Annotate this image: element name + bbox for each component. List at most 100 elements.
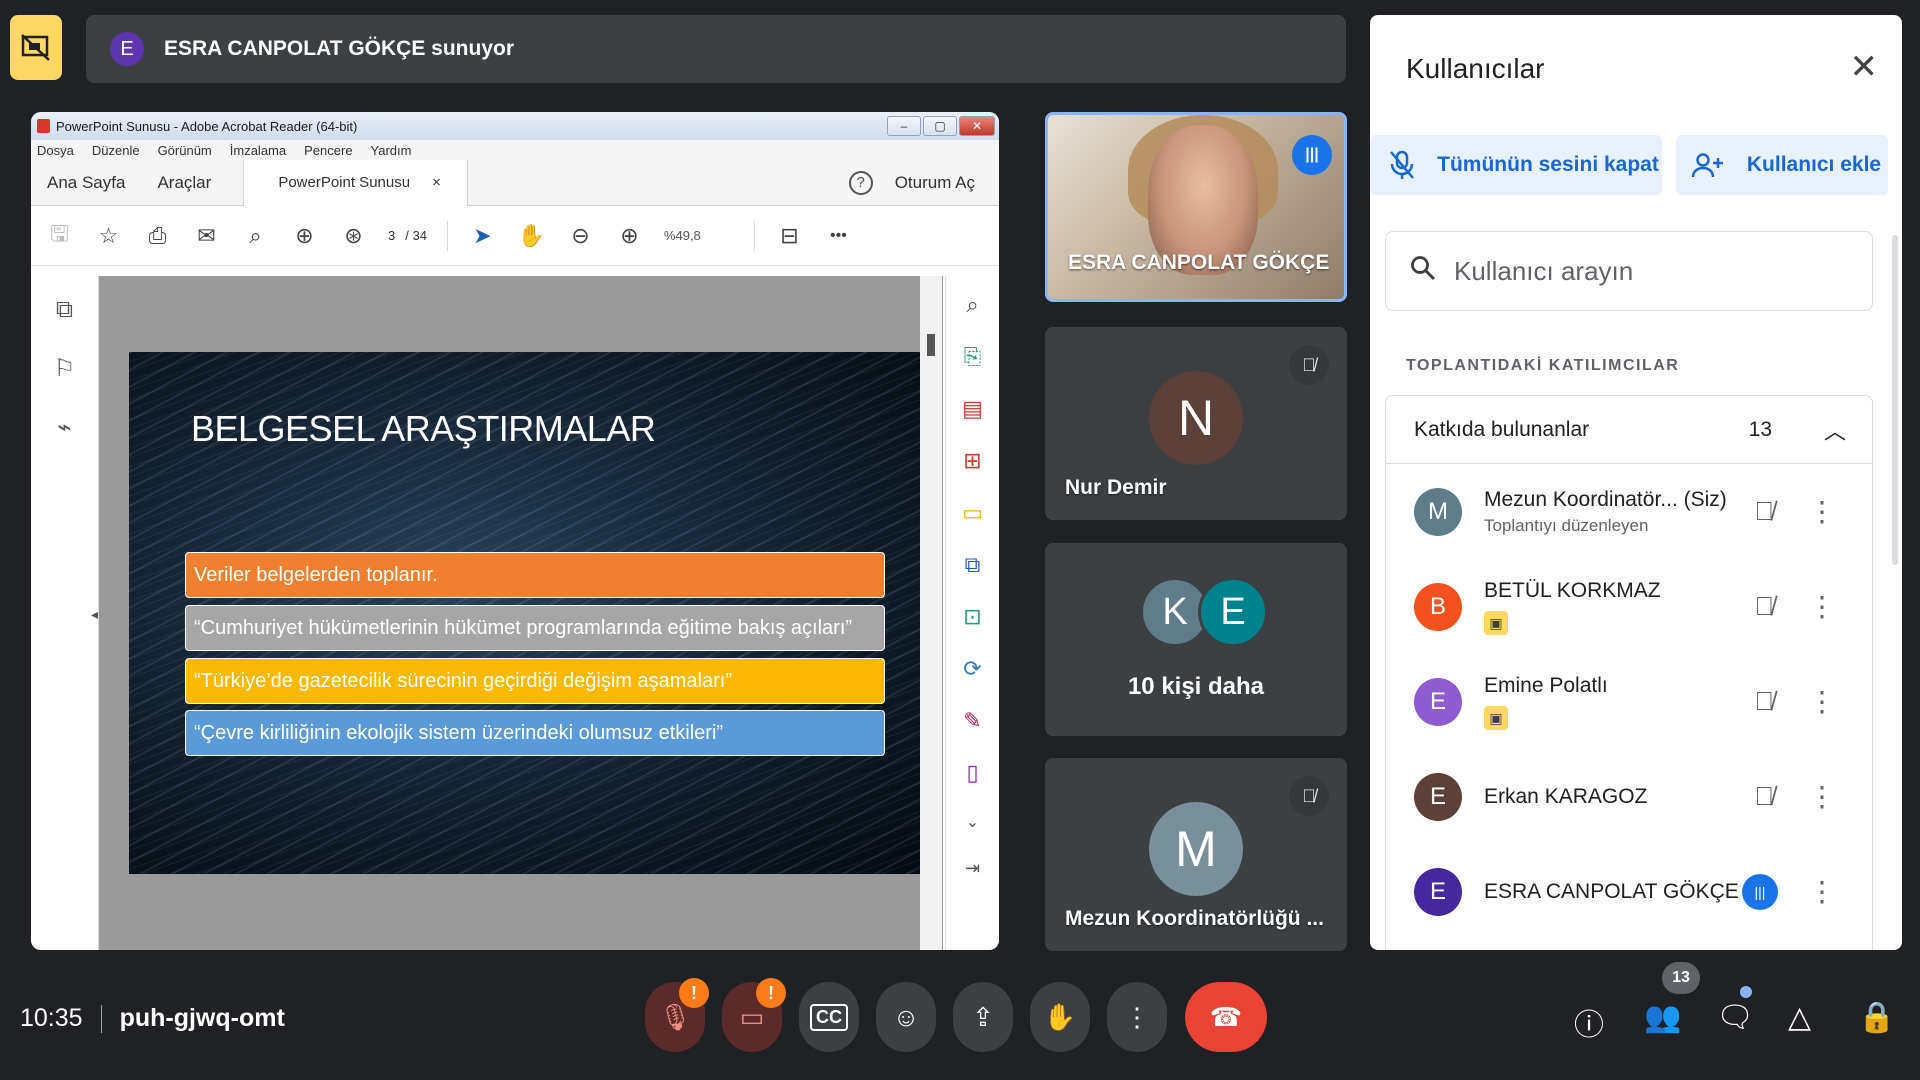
zoom-level-select[interactable]: %49,8 — [664, 228, 734, 243]
menu-help[interactable]: Yardım — [371, 143, 412, 158]
export-pdf-icon[interactable]: ⎘ — [964, 344, 982, 370]
contributors-header[interactable]: Katkıda bulunanlar 13 ︿ — [1386, 396, 1872, 464]
avatar: M — [1414, 487, 1462, 536]
more-options-icon[interactable]: ⋮ — [1808, 590, 1836, 623]
mic-off-icon[interactable]: 🎙̸ — [1755, 591, 1775, 622]
create-pdf-icon[interactable]: ⊞ — [963, 448, 981, 474]
raise-hand-button[interactable]: ✋ — [1030, 982, 1090, 1052]
more-tools-icon[interactable]: ••• — [824, 227, 853, 245]
avatar: E — [1414, 867, 1462, 916]
page-down-icon[interactable]: ⊛ — [339, 223, 368, 249]
more-participants-tile[interactable]: K E 10 kişi daha — [1045, 543, 1347, 736]
presenting-banner: E ESRA CANPOLAT GÖKÇE sunuyor — [86, 15, 1346, 83]
tile-name: Nur Demir — [1065, 476, 1167, 499]
comment-icon[interactable]: ▭ — [962, 500, 983, 526]
combine-files-icon[interactable]: ⧉ — [965, 552, 981, 578]
maximize-button[interactable]: ▢ — [923, 116, 957, 136]
menu-view[interactable]: Görünüm — [158, 143, 212, 158]
attachment-icon[interactable]: ⌁ — [57, 413, 71, 442]
organize-pages-icon[interactable]: ▤ — [962, 396, 983, 422]
zoom-search-icon[interactable]: ⌕ — [241, 223, 270, 249]
participant-tile-nur[interactable]: N 🎙̸ Nur Demir — [1045, 327, 1347, 520]
tab-home[interactable]: Ana Sayfa — [31, 160, 141, 206]
page-current-input[interactable]: 3 — [388, 228, 395, 243]
camera-button[interactable]: ▭! — [722, 978, 786, 1052]
menu-sign[interactable]: İmzalama — [230, 143, 286, 158]
present-now-button[interactable]: ⇪ — [953, 982, 1013, 1052]
tab-document[interactable]: PowerPoint Sunusu × — [243, 159, 468, 206]
search-zoom-icon[interactable]: ⌕ — [966, 292, 978, 318]
add-user-label: Kullanıcı ekle — [1746, 153, 1882, 177]
mic-off-icon[interactable]: 🎙̸ — [1755, 496, 1775, 527]
more-options-icon[interactable]: ⋮ — [1808, 685, 1836, 718]
save-icon[interactable]: 🖫 — [45, 217, 74, 255]
zoom-out-icon[interactable]: ⊖ — [566, 223, 595, 249]
reactions-button[interactable]: ☺ — [876, 982, 936, 1052]
mic-off-icon[interactable]: 🎙̸ — [1755, 686, 1775, 717]
participant-row[interactable]: M Mezun Koordinatör... (Siz) Toplantıyı … — [1386, 464, 1872, 559]
fill-sign-icon[interactable]: ✎ — [963, 708, 981, 734]
send-icon[interactable]: ⟳ — [963, 656, 981, 682]
tab-tools[interactable]: Araçlar — [141, 160, 227, 206]
meeting-details-icon[interactable]: ⓘ — [1574, 1000, 1604, 1044]
avatar: E — [1414, 772, 1462, 821]
mic-off-icon[interactable]: 🎙̸ — [1755, 781, 1775, 812]
menu-file[interactable]: Dosya — [37, 143, 74, 158]
more-options-icon[interactable]: ⋮ — [1808, 875, 1836, 908]
activities-icon[interactable]: △ — [1788, 1000, 1811, 1035]
page-up-icon[interactable]: ⊕ — [290, 223, 319, 249]
speaker-tile[interactable]: ||| ESRA CANPOLAT GÖKÇE — [1045, 112, 1347, 302]
sign-in-button[interactable]: Oturum Aç — [895, 173, 975, 193]
panel-scrollbar[interactable] — [1892, 235, 1898, 565]
chevron-down-icon[interactable]: ⌄ — [966, 812, 979, 832]
minimize-button[interactable]: ‒ — [887, 116, 921, 136]
leave-call-button[interactable]: ☎ — [1185, 982, 1267, 1052]
participant-row[interactable]: E Erkan KARAGOZ 🎙̸ ⋮ — [1386, 749, 1872, 844]
host-controls-icon[interactable]: 🔒 — [1858, 1000, 1895, 1035]
more-options-icon[interactable]: ⋮ — [1808, 495, 1836, 528]
mute-all-button[interactable]: Tümünün sesini kapat — [1370, 135, 1662, 195]
document-scrollbar[interactable] — [920, 276, 942, 950]
mic-off-icon: 🎙̸ — [1289, 345, 1329, 385]
mail-icon[interactable]: ✉ — [192, 223, 221, 249]
people-icon[interactable]: 👥 — [1644, 1000, 1681, 1035]
microphone-button[interactable]: 🎙! — [645, 978, 709, 1052]
more-tools-doc-icon[interactable]: ▯ — [966, 760, 978, 786]
speaking-indicator-icon[interactable]: ||| — [1742, 873, 1778, 910]
hand-tool-icon[interactable]: ✋ — [517, 223, 546, 249]
add-user-button[interactable]: Kullanıcı ekle — [1676, 135, 1888, 195]
captions-button[interactable]: CC — [799, 982, 859, 1052]
participant-tile-mezun[interactable]: M 🎙̸ Mezun Koordinatörlüğü ... — [1045, 758, 1347, 951]
participant-name: BETÜL KORKMAZ — [1484, 578, 1661, 602]
more-options-button[interactable]: ⋮ — [1107, 982, 1167, 1052]
tab-close-icon[interactable]: × — [432, 174, 441, 191]
participant-row[interactable]: E ESRA CANPOLAT GÖKÇE ||| ⋮ — [1386, 844, 1872, 939]
chat-icon[interactable]: 🗨 — [1716, 1000, 1754, 1035]
zoom-in-icon[interactable]: ⊕ — [615, 223, 644, 249]
edit-pdf-icon[interactable]: ⊡ — [963, 604, 981, 630]
left-rail-collapse-icon[interactable]: ◂ — [91, 606, 98, 623]
star-icon[interactable]: ☆ — [94, 223, 123, 249]
stop-presenting-icon — [21, 33, 50, 61]
pages-thumbnail-icon[interactable]: ⧉ — [56, 296, 73, 324]
more-options-icon[interactable]: ⋮ — [1808, 780, 1836, 813]
help-icon[interactable]: ? — [848, 170, 873, 195]
chat-unread-dot — [1740, 986, 1752, 998]
menu-window[interactable]: Pencere — [304, 143, 352, 158]
document-view[interactable]: BELGESEL ARAŞTIRMALAR Veriler belgelerde… — [99, 276, 943, 950]
presentation-toggle-button[interactable] — [10, 15, 62, 80]
close-icon[interactable]: ✕ — [1850, 47, 1879, 87]
present-screen-icon: ⇪ — [972, 1001, 994, 1032]
speaking-indicator-icon: ||| — [1292, 135, 1332, 175]
fit-page-icon[interactable]: ⊟ — [775, 223, 804, 249]
participant-row[interactable]: B BETÜL KORKMAZ ▣ 🎙̸ ⋮ — [1386, 559, 1872, 654]
menu-edit[interactable]: Düzenle — [92, 143, 140, 158]
participant-row[interactable]: E Emine Polatlı ▣ 🎙̸ ⋮ — [1386, 654, 1872, 749]
chevron-up-icon[interactable]: ︿ — [1824, 414, 1846, 446]
collapse-right-icon[interactable]: ⇥ — [965, 858, 980, 879]
bookmark-icon[interactable]: ⚐ — [54, 354, 76, 383]
print-icon[interactable]: ⎙ — [143, 223, 172, 249]
window-close-button[interactable]: ✕ — [959, 116, 995, 136]
select-cursor-icon[interactable]: ➤ — [468, 223, 497, 249]
search-input[interactable]: Kullanıcı arayın — [1385, 231, 1873, 311]
